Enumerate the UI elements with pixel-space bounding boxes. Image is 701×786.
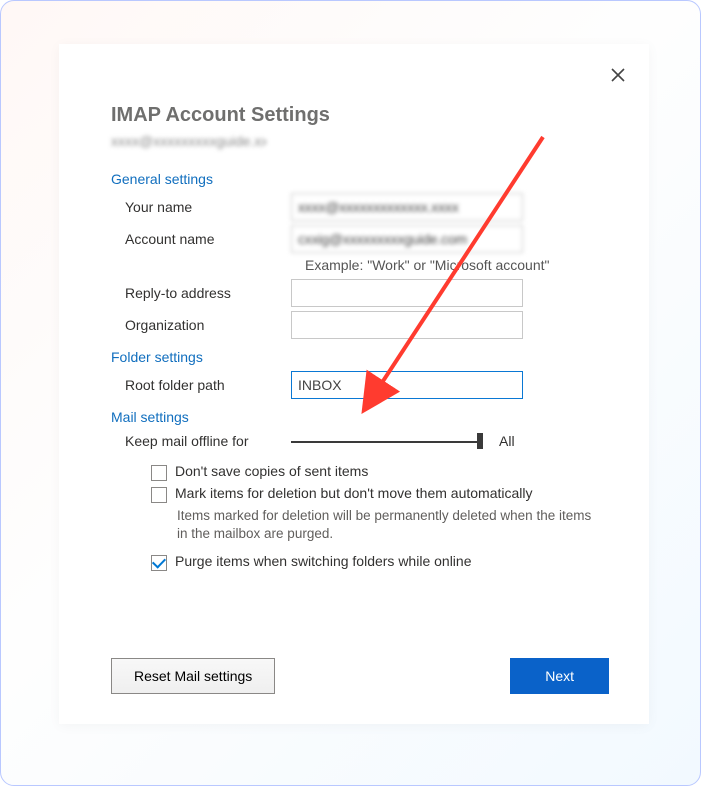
next-button[interactable]: Next <box>510 658 609 694</box>
account-name-label: Account name <box>111 231 291 247</box>
close-icon <box>610 67 626 83</box>
general-settings-heading: General settings <box>111 171 619 187</box>
account-name-example: Example: "Work" or "Microsoft account" <box>305 257 619 273</box>
account-email-obscured: xxxx@xxxxxxxxxguide.xxxx <box>111 133 266 149</box>
mark-delete-label: Mark items for deletion but don't move t… <box>175 485 619 501</box>
close-button[interactable] <box>601 58 635 92</box>
mark-delete-checkbox[interactable] <box>151 487 167 503</box>
root-folder-path-input[interactable] <box>291 371 523 399</box>
dialog-title: IMAP Account Settings <box>111 104 619 127</box>
dialog-content: IMAP Account Settings xxxx@xxxxxxxxxguid… <box>111 104 619 575</box>
reset-mail-settings-button[interactable]: Reset Mail settings <box>111 658 275 694</box>
account-name-input[interactable] <box>291 225 523 253</box>
your-name-input[interactable] <box>291 193 523 221</box>
purge-checkbox[interactable] <box>151 555 167 571</box>
organization-label: Organization <box>111 317 291 333</box>
your-name-label: Your name <box>111 199 291 215</box>
keep-offline-value: All <box>499 433 515 449</box>
page-background: IMAP Account Settings xxxx@xxxxxxxxxguid… <box>0 0 701 786</box>
root-folder-path-label: Root folder path <box>111 377 291 393</box>
purge-label: Purge items when switching folders while… <box>175 553 619 569</box>
dont-save-sent-label: Don't save copies of sent items <box>175 463 619 479</box>
reply-to-input[interactable] <box>291 279 523 307</box>
mark-delete-helper-text: Items marked for deletion will be perman… <box>177 507 597 543</box>
keep-offline-slider[interactable] <box>291 431 481 451</box>
mail-settings-heading: Mail settings <box>111 409 619 425</box>
keep-offline-label: Keep mail offline for <box>111 433 291 449</box>
organization-input[interactable] <box>291 311 523 339</box>
folder-settings-heading: Folder settings <box>111 349 619 365</box>
slider-thumb-icon <box>477 433 483 449</box>
reply-to-label: Reply-to address <box>111 285 291 301</box>
dont-save-sent-checkbox[interactable] <box>151 465 167 481</box>
dialog-button-row: Reset Mail settings Next <box>111 658 609 694</box>
imap-settings-dialog: IMAP Account Settings xxxx@xxxxxxxxxguid… <box>59 44 649 724</box>
